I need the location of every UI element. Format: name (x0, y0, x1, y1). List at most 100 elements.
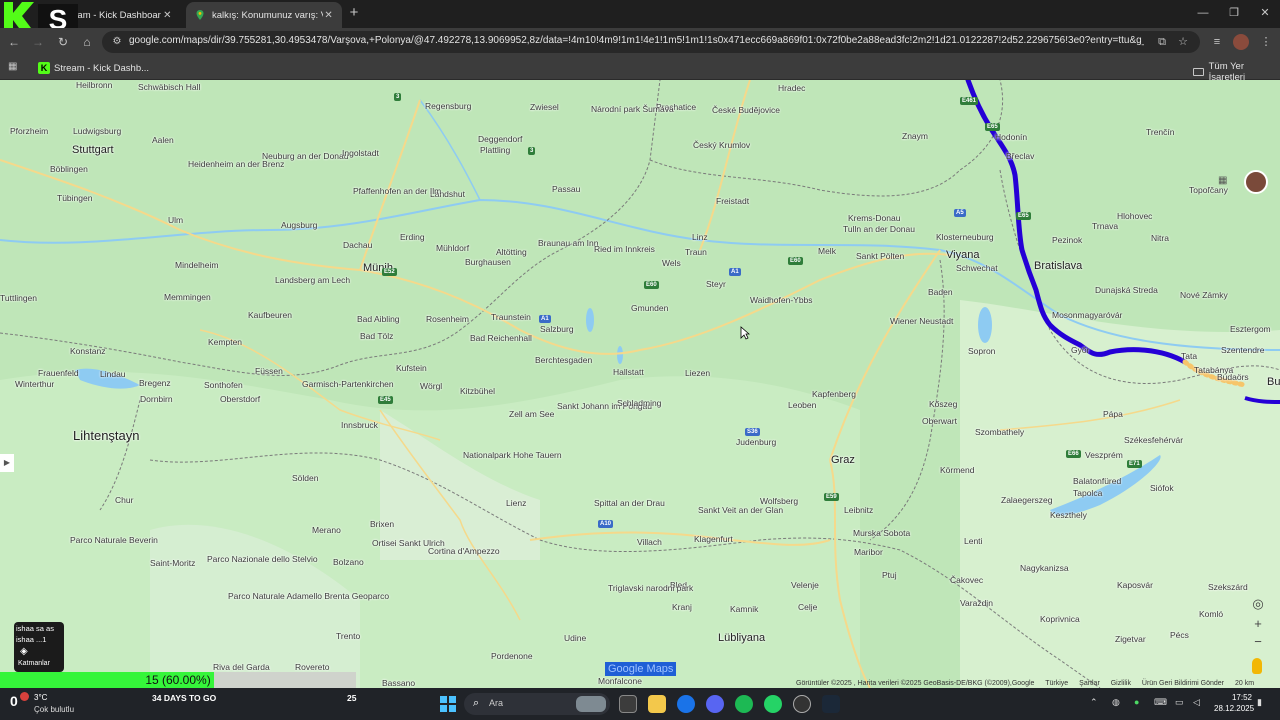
weather-icon[interactable] (20, 692, 29, 701)
minimize-icon[interactable]: — (1196, 6, 1210, 20)
expand-panel-icon[interactable]: ▶ (0, 454, 14, 472)
attribution-feedback[interactable]: Ürün Geri Bildirimi Gönder (1142, 680, 1224, 687)
city-label: Trento (336, 631, 361, 641)
menu-icon[interactable]: ⋮ (1258, 34, 1274, 50)
spotify-icon[interactable] (735, 695, 753, 713)
city-label: Keszthely (1050, 510, 1087, 520)
city-label-big: Bu (1267, 376, 1280, 388)
highway-shield: E60 (788, 257, 803, 265)
city-label: Judenburg (736, 437, 777, 447)
site-settings-icon[interactable]: ⚙ (110, 35, 124, 49)
close-tab-icon[interactable]: ✕ (161, 10, 174, 21)
url-text[interactable]: google.com/maps/dir/39.755281,30.4953478… (129, 35, 1144, 46)
windows-start-icon[interactable] (440, 696, 456, 712)
search-icon: ⌕ (473, 697, 480, 709)
city-label: Český Krumlov (693, 140, 751, 150)
weather-temp[interactable]: 3°C (34, 693, 47, 702)
bookmark-kick[interactable]: K Stream - Kick Dashb... (38, 60, 149, 76)
city-label: Dachau (343, 240, 373, 250)
profile-avatar[interactable] (1233, 34, 1249, 50)
city-label: Zell am See (509, 409, 555, 419)
pegman-icon[interactable] (1252, 658, 1262, 674)
city-label: Waidhofen-Ybbs (750, 295, 813, 305)
city-label: Oberstdorf (220, 394, 261, 404)
task-view-icon[interactable] (619, 695, 637, 713)
locate-icon[interactable]: ◎ (1248, 595, 1268, 613)
reload-icon[interactable]: ↻ (55, 34, 71, 50)
search-placeholder: Ara (489, 698, 504, 708)
microphone-icon[interactable]: ● (1134, 697, 1139, 707)
bookmark-star-icon[interactable]: ☆ (1176, 35, 1190, 49)
weather-condition[interactable]: Çok bulutlu (34, 705, 74, 714)
layers-icon: ◈ (20, 646, 28, 657)
city-label: Veszprém (1085, 450, 1123, 460)
apps-grid-icon[interactable]: ▦ (8, 61, 20, 73)
google-maps-icon (194, 9, 206, 21)
account-avatar[interactable] (1244, 170, 1268, 194)
city-label: Füssen (255, 366, 283, 376)
back-icon[interactable]: ← (6, 34, 22, 50)
discord-icon[interactable] (706, 695, 724, 713)
city-label: Klagenfurt (694, 534, 733, 544)
chrome-icon[interactable] (677, 695, 695, 713)
city-label: Parco Naturale Beverin (70, 535, 158, 545)
tray-app-icon[interactable]: ◍ (1112, 697, 1120, 708)
city-label: Szentendre (1221, 345, 1265, 355)
file-explorer-icon[interactable] (648, 695, 666, 713)
city-label: Sonthofen (204, 380, 243, 390)
city-label: Nové Zámky (1180, 290, 1228, 300)
city-label: Kapfenberg (812, 389, 856, 399)
goal-progress-text: 15 (60.00%) (145, 673, 211, 687)
restore-icon[interactable]: ❐ (1227, 6, 1241, 20)
city-label: Aalen (152, 135, 174, 145)
city-label: Innsbruck (341, 420, 378, 430)
clock-time[interactable]: 17:52 (1214, 693, 1252, 702)
taskbar-search[interactable]: ⌕ Ara (464, 693, 610, 715)
map-canvas[interactable]: Lihtenştayn Stuttgart Münih Viyana Brati… (0, 80, 1280, 688)
install-app-icon[interactable]: ⧉ (1155, 35, 1169, 49)
address-bar[interactable]: ⚙ google.com/maps/dir/39.755281,30.49534… (102, 31, 1200, 53)
volume-icon[interactable]: ◁ (1193, 697, 1200, 708)
plus-icon[interactable]: + (346, 5, 362, 21)
clock-date[interactable]: 28.12.2025 (1214, 704, 1254, 713)
zoom-in-icon[interactable]: + (1248, 615, 1268, 633)
forward-icon[interactable]: → (30, 34, 46, 50)
attribution-terms[interactable]: Şartlar (1079, 680, 1100, 687)
notifications-icon[interactable]: ▮ (1257, 697, 1262, 708)
steam-icon[interactable] (822, 695, 840, 713)
layers-toggle[interactable]: ishaa sa as ishaa ...1 ◈ Katmanlar (14, 622, 64, 672)
city-label: Maribor (854, 547, 883, 557)
zoom-out-icon[interactable]: − (1248, 633, 1268, 651)
attribution-region[interactable]: Türkiye (1045, 680, 1068, 687)
city-label: Sopron (968, 346, 996, 356)
city-label: Winterthur (15, 379, 55, 389)
city-label: Tübingen (57, 193, 93, 203)
whatsapp-icon[interactable] (764, 695, 782, 713)
close-window-icon[interactable]: ✕ (1258, 6, 1272, 20)
city-label: Traunstein (491, 312, 531, 322)
obs-icon[interactable] (793, 695, 811, 713)
city-label: Pezinok (1052, 235, 1083, 245)
city-label: Oberwart (922, 416, 957, 426)
city-label: Deggendorf (478, 134, 523, 144)
network-icon[interactable]: ▭ (1175, 697, 1184, 708)
keyboard-icon[interactable]: ⌨ (1154, 697, 1167, 708)
attribution-privacy[interactable]: Gizlilik (1111, 680, 1131, 687)
city-label: Zigetvar (1115, 634, 1146, 644)
city-label: Székesfehérvár (1124, 435, 1184, 445)
city-label: Kaufbeuren (248, 310, 292, 320)
show-hidden-icons[interactable]: ⌃ (1090, 697, 1098, 708)
city-label: Schladming (617, 398, 662, 408)
city-label: Kitzbühel (460, 386, 495, 396)
city-label: Lienz (506, 498, 527, 508)
tab-google-maps[interactable]: kalkış: Konumunuz varış: Varşova ✕ (186, 2, 342, 28)
city-label: Klosterneuburg (936, 232, 994, 242)
close-tab-icon[interactable]: ✕ (323, 10, 334, 21)
playlist-icon[interactable]: ≡ (1209, 34, 1225, 50)
city-label: Frauenfeld (38, 368, 79, 378)
city-label: Kaposvár (1117, 580, 1153, 590)
home-icon[interactable]: ⌂ (79, 34, 95, 50)
city-label: Hradec (778, 83, 806, 93)
city-label: Leibnitz (844, 505, 874, 515)
google-apps-icon[interactable]: ▦ (1218, 175, 1230, 187)
